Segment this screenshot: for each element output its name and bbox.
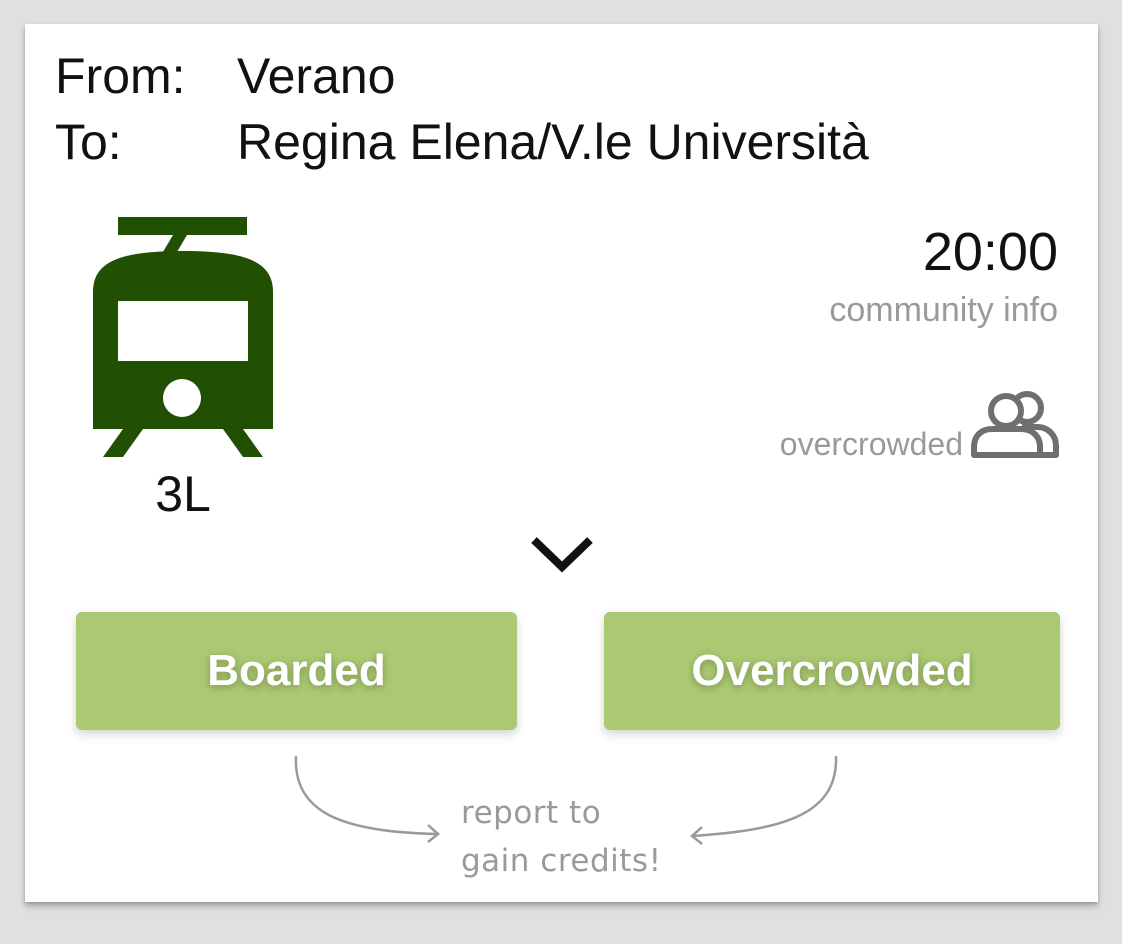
tram-icon xyxy=(93,217,273,457)
hint-line-1: report to xyxy=(461,795,602,831)
trip-card: From: Verano To: Regina Elena/V.le Unive… xyxy=(25,24,1098,902)
hint-line-2: gain credits! xyxy=(461,843,662,879)
departure-time: 20:00 xyxy=(922,222,1058,282)
people-icon xyxy=(971,391,1059,458)
to-stop: Regina Elena/V.le Università xyxy=(237,114,869,170)
chevron-down-icon[interactable] xyxy=(529,532,595,576)
overcrowded-button[interactable]: Overcrowded xyxy=(604,612,1060,730)
boarded-button[interactable]: Boarded xyxy=(76,612,517,730)
from-stop: Verano xyxy=(237,48,396,104)
line-number: 3L xyxy=(155,466,211,522)
to-label: To: xyxy=(55,114,122,170)
report-hint: report to gain credits! xyxy=(461,789,662,885)
crowding-status: overcrowded xyxy=(779,426,963,462)
from-label: From: xyxy=(55,48,186,104)
info-source: community info xyxy=(829,291,1058,329)
